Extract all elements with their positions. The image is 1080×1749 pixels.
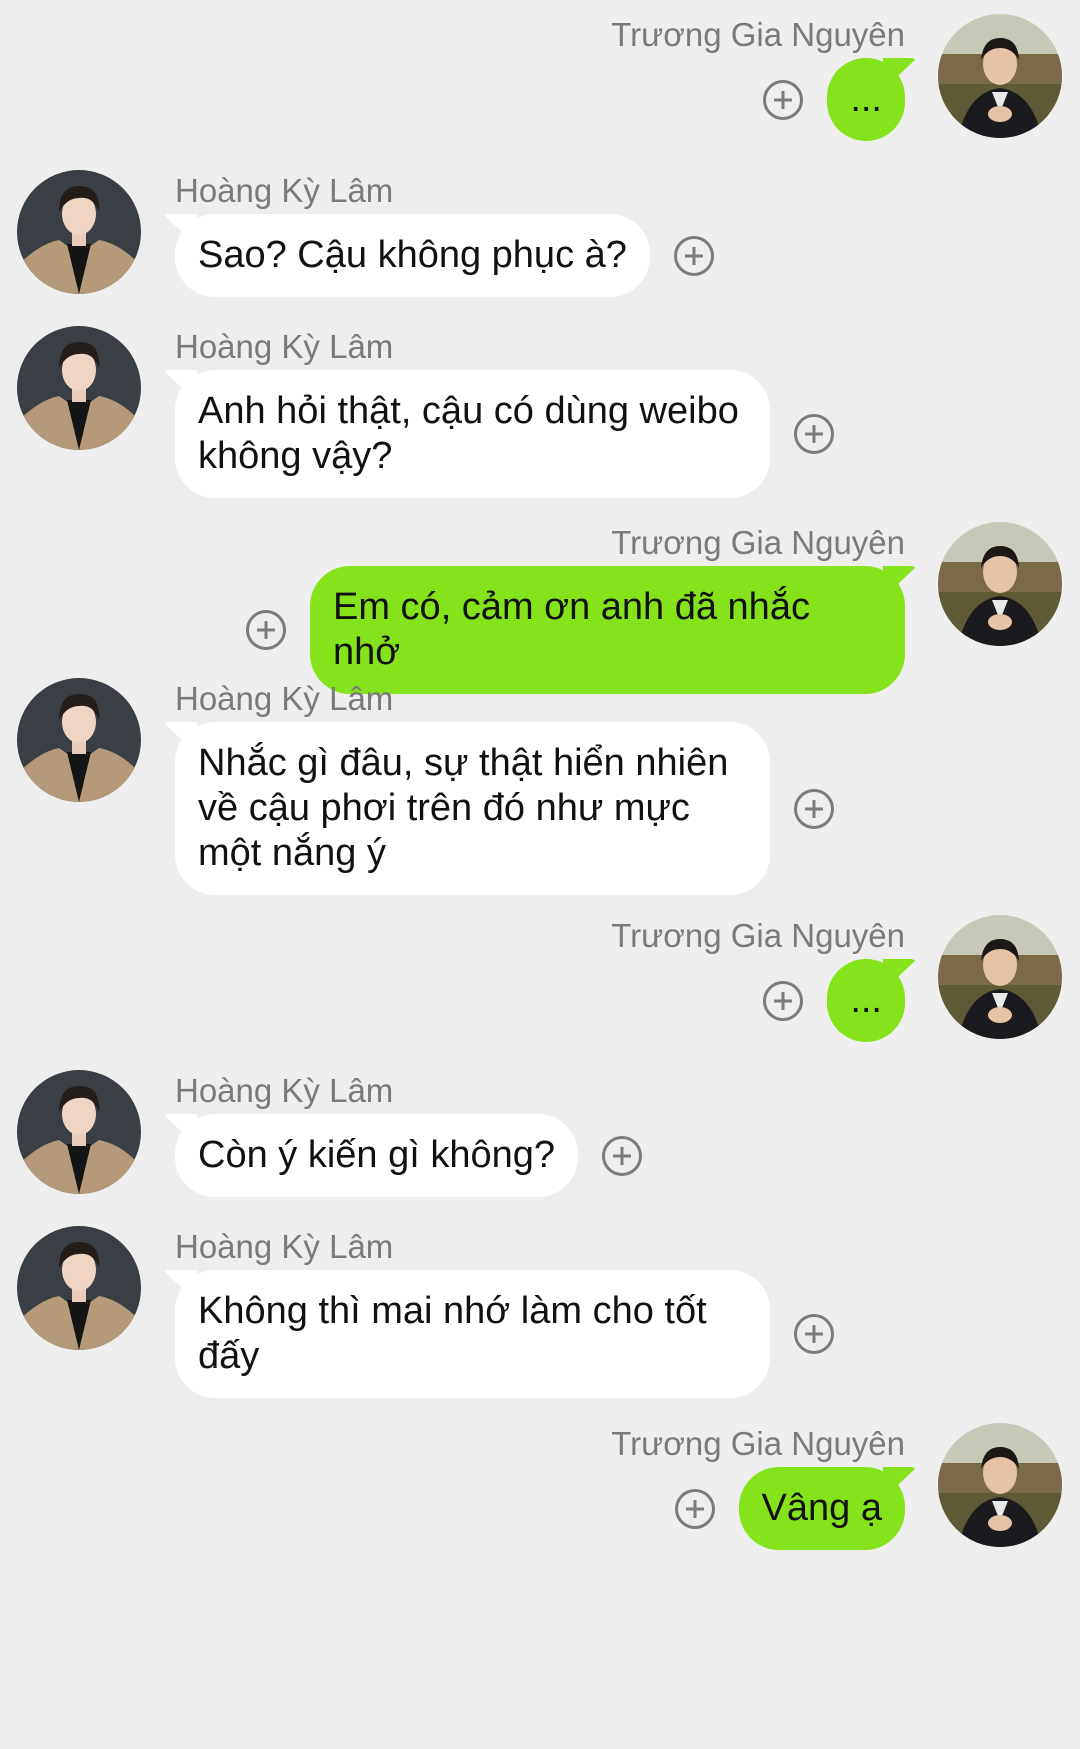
sender-name: Hoàng Kỳ Lâm <box>175 1228 394 1265</box>
message-bubble[interactable]: Vâng ạ <box>738 1467 905 1550</box>
avatar-truong-gia-nguyen[interactable] <box>938 915 1062 1039</box>
avatar-photo-icon <box>17 326 141 450</box>
add-reaction-icon[interactable] <box>794 788 834 829</box>
message-text: Còn ý kiến gì không? <box>198 1134 556 1176</box>
message-bubble[interactable]: Sao? Cậu không phục à? <box>175 214 650 297</box>
add-reaction-icon[interactable] <box>673 235 714 276</box>
message-row: ... <box>763 58 905 141</box>
sender-name: Trương Gia Nguyên <box>611 16 905 53</box>
message-row: Em có, cảm ơn anh đã nhắc nhở <box>246 566 905 694</box>
sender-name: Hoàng Kỳ Lâm <box>175 172 394 209</box>
message-bubble[interactable]: Em có, cảm ơn anh đã nhắc nhở <box>310 566 905 694</box>
message-row: Vâng ạ <box>674 1467 905 1550</box>
message-text: ... <box>850 979 882 1021</box>
message-bubble[interactable]: Nhắc gì đâu, sự thật hiển nhiên về cậu p… <box>175 722 770 895</box>
avatar-photo-icon <box>938 915 1062 1039</box>
avatar-hoang-ky-lam[interactable] <box>17 326 141 450</box>
avatar-photo-icon <box>938 14 1062 138</box>
sender-name: Trương Gia Nguyên <box>611 524 905 561</box>
sender-name: Hoàng Kỳ Lâm <box>175 1072 394 1109</box>
message-text: Anh hỏi thật, cậu có dùng weibo không vậ… <box>198 390 750 477</box>
message-text: Không thì mai nhớ làm cho tốt đấy <box>198 1290 718 1377</box>
message-bubble[interactable]: ... <box>827 959 905 1042</box>
avatar-photo-icon <box>17 1070 141 1194</box>
message-bubble[interactable]: Anh hỏi thật, cậu có dùng weibo không vậ… <box>175 370 770 498</box>
sender-name: Trương Gia Nguyên <box>611 917 905 954</box>
message-text: Em có, cảm ơn anh đã nhắc nhở <box>333 586 821 673</box>
message-text: Sao? Cậu không phục à? <box>198 234 627 276</box>
avatar-truong-gia-nguyen[interactable] <box>938 522 1062 646</box>
message-row: Nhắc gì đâu, sự thật hiển nhiên về cậu p… <box>175 722 834 895</box>
avatar-photo-icon <box>17 1226 141 1350</box>
avatar-hoang-ky-lam[interactable] <box>17 170 141 294</box>
message-row: Sao? Cậu không phục à? <box>175 214 714 297</box>
add-reaction-icon[interactable] <box>602 1135 643 1176</box>
add-reaction-icon[interactable] <box>763 980 804 1021</box>
avatar-hoang-ky-lam[interactable] <box>17 678 141 802</box>
add-reaction-icon[interactable] <box>763 79 804 120</box>
message-text: ... <box>850 78 882 120</box>
avatar-hoang-ky-lam[interactable] <box>17 1070 141 1194</box>
message-row: Không thì mai nhớ làm cho tốt đấy <box>175 1270 834 1398</box>
avatar-photo-icon <box>17 678 141 802</box>
avatar-photo-icon <box>938 1423 1062 1547</box>
avatar-photo-icon <box>938 522 1062 646</box>
message-row: Còn ý kiến gì không? <box>175 1114 643 1197</box>
message-row: Anh hỏi thật, cậu có dùng weibo không vậ… <box>175 370 834 498</box>
avatar-truong-gia-nguyen[interactable] <box>938 1423 1062 1547</box>
avatar-hoang-ky-lam[interactable] <box>17 1226 141 1350</box>
add-reaction-icon[interactable] <box>794 1314 834 1354</box>
message-bubble[interactable]: Không thì mai nhớ làm cho tốt đấy <box>175 1270 770 1398</box>
add-reaction-icon[interactable] <box>794 414 834 454</box>
message-bubble[interactable]: Còn ý kiến gì không? <box>175 1114 579 1197</box>
message-text: Nhắc gì đâu, sự thật hiển nhiên về cậu p… <box>198 742 739 874</box>
add-reaction-icon[interactable] <box>246 610 286 650</box>
sender-name: Trương Gia Nguyên <box>611 1425 905 1462</box>
sender-name: Hoàng Kỳ Lâm <box>175 328 394 365</box>
avatar-truong-gia-nguyen[interactable] <box>938 14 1062 138</box>
add-reaction-icon[interactable] <box>674 1488 715 1529</box>
message-text: Vâng ạ <box>761 1487 882 1529</box>
message-row: ... <box>763 959 905 1042</box>
sender-name: Hoàng Kỳ Lâm <box>175 680 394 717</box>
message-bubble[interactable]: ... <box>827 58 905 141</box>
avatar-photo-icon <box>17 170 141 294</box>
